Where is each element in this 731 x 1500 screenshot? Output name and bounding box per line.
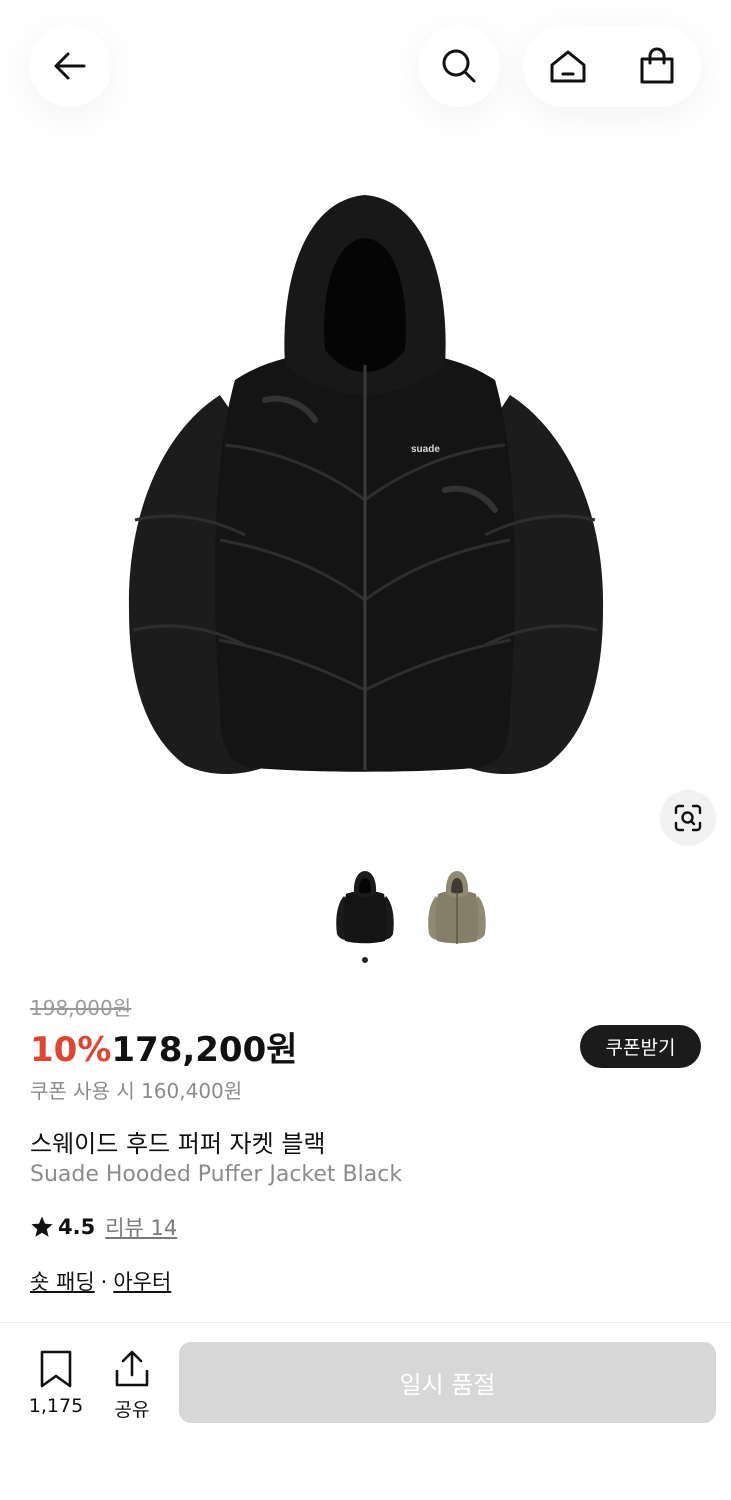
sale-price: 178,200원 — [111, 1030, 298, 1070]
product-title-korean: 스웨이드 후드 퍼퍼 자켓 블랙 — [30, 1130, 326, 1158]
discount-rate: 10% — [30, 1030, 112, 1070]
category-separator: · — [100, 1270, 108, 1294]
review-link[interactable]: 리뷰 14 — [105, 1212, 177, 1242]
share-icon — [115, 1350, 149, 1387]
product-image: suade — [128, 195, 604, 775]
shopping-bag-icon — [640, 47, 673, 84]
coupon-price: 쿠폰 사용 시 160,400원 — [30, 1079, 243, 1103]
image-search-button[interactable] — [660, 790, 716, 846]
search-icon — [442, 49, 476, 83]
bottom-action-bar: 1,175 공유 일시 품절 — [0, 1322, 731, 1500]
top-navigation — [0, 0, 731, 140]
rating-row: 4.5 리뷰 14 — [30, 1212, 177, 1242]
home-button[interactable] — [523, 25, 612, 107]
star-icon — [31, 1216, 53, 1237]
share-button[interactable]: 공유 — [100, 1349, 164, 1425]
thumbnail-black[interactable] — [332, 868, 398, 948]
product-title-english: Suade Hooded Puffer Jacket Black — [30, 1162, 403, 1187]
soldout-button[interactable]: 일시 품절 — [179, 1342, 716, 1423]
sale-price-row: 10%178,200원 — [30, 1022, 298, 1071]
cart-button[interactable] — [612, 25, 701, 107]
color-thumbnails — [0, 868, 731, 968]
rating-value: 4.5 — [58, 1215, 96, 1239]
category-outer[interactable]: 아우터 — [113, 1270, 171, 1294]
original-price: 198,000원 — [30, 996, 132, 1020]
image-search-icon — [674, 804, 702, 832]
category-breadcrumb: 숏 패딩 · 아우터 — [30, 1266, 171, 1296]
category-short-padding[interactable]: 숏 패딩 — [30, 1270, 95, 1294]
get-coupon-button[interactable]: 쿠폰받기 — [580, 1025, 701, 1068]
bookmark-icon — [40, 1350, 72, 1388]
back-button[interactable] — [29, 25, 111, 107]
save-button[interactable]: 1,175 — [24, 1349, 88, 1425]
home-cart-group — [523, 25, 701, 107]
product-image-carousel[interactable]: suade — [0, 150, 731, 850]
search-button[interactable] — [418, 25, 500, 107]
product-logo-text: suade — [411, 444, 440, 455]
carousel-indicator-dot — [362, 957, 368, 963]
thumbnail-khaki[interactable] — [424, 868, 490, 948]
share-label: 공유 — [114, 1399, 150, 1421]
arrow-left-icon — [54, 52, 86, 80]
home-icon — [550, 50, 585, 83]
save-count: 1,175 — [28, 1395, 84, 1417]
